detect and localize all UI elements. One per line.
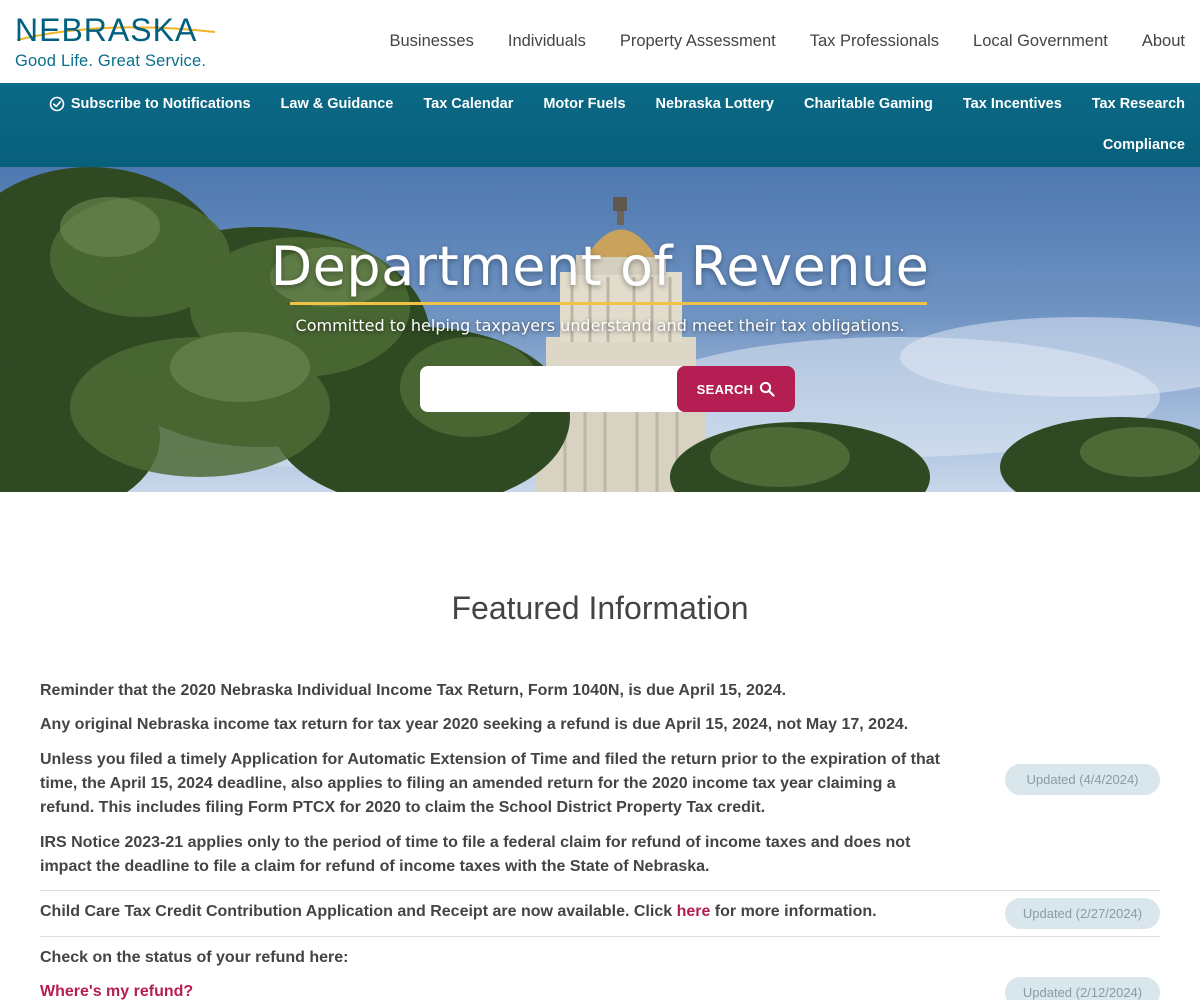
hero-subtitle: Committed to helping taxpayers understan… [295, 316, 905, 335]
secondary-nav-row: Compliance [1103, 134, 1185, 156]
check-circle-icon [49, 96, 65, 112]
search-button[interactable]: SEARCH [677, 366, 795, 412]
featured-text: Reminder that the 2020 Nebraska Individu… [40, 682, 787, 699]
title-underline [290, 302, 927, 305]
featured-item: Reminder that the 2020 Nebraska Individu… [40, 679, 1160, 879]
search-form: SEARCH [420, 366, 795, 412]
search-icon [760, 381, 775, 397]
subnav-tax-calendar[interactable]: Tax Calendar [423, 93, 513, 115]
subnav-charitable-gaming[interactable]: Charitable Gaming [804, 93, 933, 115]
more-info-link[interactable]: here [677, 903, 711, 920]
nav-about[interactable]: About [1125, 30, 1200, 52]
secondary-nav: Subscribe to Notifications Law & Guidanc… [0, 83, 1200, 167]
hero-banner: Department of Revenue Committed to helpi… [0, 167, 1200, 492]
wheres-my-refund-link[interactable]: Where's my refund? [40, 983, 193, 1000]
search-button-label: SEARCH [696, 381, 754, 397]
subnav-motor-fuels[interactable]: Motor Fuels [543, 93, 625, 115]
page-title: Department of Revenue [270, 235, 930, 298]
nav-businesses[interactable]: Businesses [372, 30, 490, 52]
nav-individuals[interactable]: Individuals [491, 30, 603, 52]
nav-local-government[interactable]: Local Government [956, 30, 1125, 52]
logo-wordmark: NEBRASKA [15, 12, 198, 48]
featured-text: Unless you filed a timely Application fo… [40, 751, 940, 816]
featured-item: Child Care Tax Credit Contribution Appli… [40, 898, 1160, 930]
subnav-tax-incentives[interactable]: Tax Incentives [963, 93, 1062, 115]
secondary-nav-row: Subscribe to Notifications Law & Guidanc… [49, 93, 1185, 115]
featured-text-part: Child Care Tax Credit Contribution Appli… [40, 903, 677, 920]
subnav-compliance[interactable]: Compliance [1103, 134, 1185, 156]
subnav-label: Subscribe to Notifications [70, 96, 251, 112]
subnav-law-guidance[interactable]: Law & Guidance [281, 93, 394, 115]
featured-text: Any original Nebraska income tax return … [40, 716, 909, 733]
nav-property-assessment[interactable]: Property Assessment [603, 30, 793, 52]
logo-tagline: Good Life. Great Service. [15, 52, 207, 70]
subnav-nebraska-lottery[interactable]: Nebraska Lottery [656, 93, 774, 115]
subnav-tax-research[interactable]: Tax Research [1092, 93, 1185, 115]
featured-text-part: for more information. [710, 903, 877, 920]
featured-heading: Featured Information [451, 590, 749, 626]
featured-text: IRS Notice 2023-21 applies only to the p… [40, 834, 911, 875]
search-input[interactable] [420, 366, 682, 412]
site-header: NEBRASKA Good Life. Great Service. Busin… [0, 0, 1200, 83]
updated-badge: Updated (2/27/2024) [1005, 898, 1160, 929]
featured-text: Child Care Tax Credit Contribution Appli… [40, 900, 1160, 924]
featured-text: Check on the status of your refund here: [40, 949, 349, 966]
divider [40, 936, 1160, 937]
featured-item: Check on the status of your refund here:… [40, 946, 1160, 1000]
updated-badge: Updated (2/12/2024) [1005, 977, 1160, 1000]
subnav-subscribe-notifications[interactable]: Subscribe to Notifications [49, 93, 251, 115]
main-nav: Businesses Individuals Property Assessme… [372, 30, 1200, 52]
nebraska-logo[interactable]: NEBRASKA Good Life. Great Service. [15, 8, 225, 74]
updated-badge: Updated (4/4/2024) [1005, 764, 1160, 795]
nav-tax-professionals[interactable]: Tax Professionals [793, 30, 956, 52]
divider [40, 890, 1160, 891]
